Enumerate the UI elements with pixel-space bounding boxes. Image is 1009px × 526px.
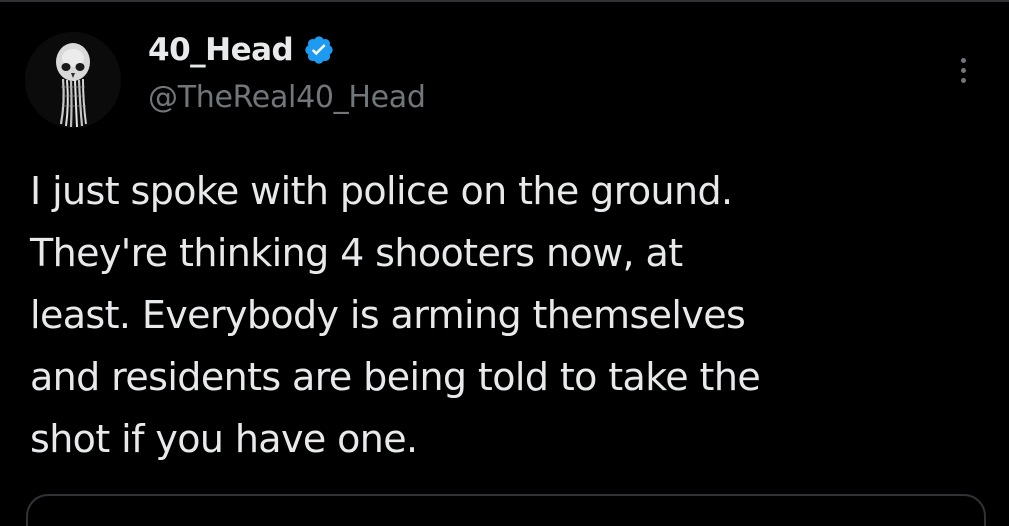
display-name[interactable]: 40_Head xyxy=(148,32,294,68)
embedded-card-edge[interactable] xyxy=(26,494,986,526)
tweet-card: 40_Head @TheReal40_Head I just spoke wit… xyxy=(0,0,1009,526)
tweet-text-line: and residents are being told to take the xyxy=(30,355,761,399)
tweet-text-line: They're thinking 4 shooters now, at xyxy=(30,231,683,275)
author-name-row: 40_Head xyxy=(148,28,335,72)
tweet-text-line: shot if you have one. xyxy=(30,417,418,461)
more-dot xyxy=(960,67,966,73)
more-dot xyxy=(960,57,966,63)
tweet-text: I just spoke with police on the ground. … xyxy=(30,160,990,470)
avatar[interactable] xyxy=(25,32,121,128)
more-dot xyxy=(960,77,966,83)
verified-badge-icon[interactable] xyxy=(303,34,335,66)
more-options-icon[interactable] xyxy=(948,52,978,88)
author-handle[interactable]: @TheReal40_Head xyxy=(148,80,426,115)
tweet-text-line: least. Everybody is arming themselves xyxy=(30,293,746,337)
skull-avatar-image xyxy=(25,32,121,128)
tweet-text-line: I just spoke with police on the ground. xyxy=(30,169,733,213)
